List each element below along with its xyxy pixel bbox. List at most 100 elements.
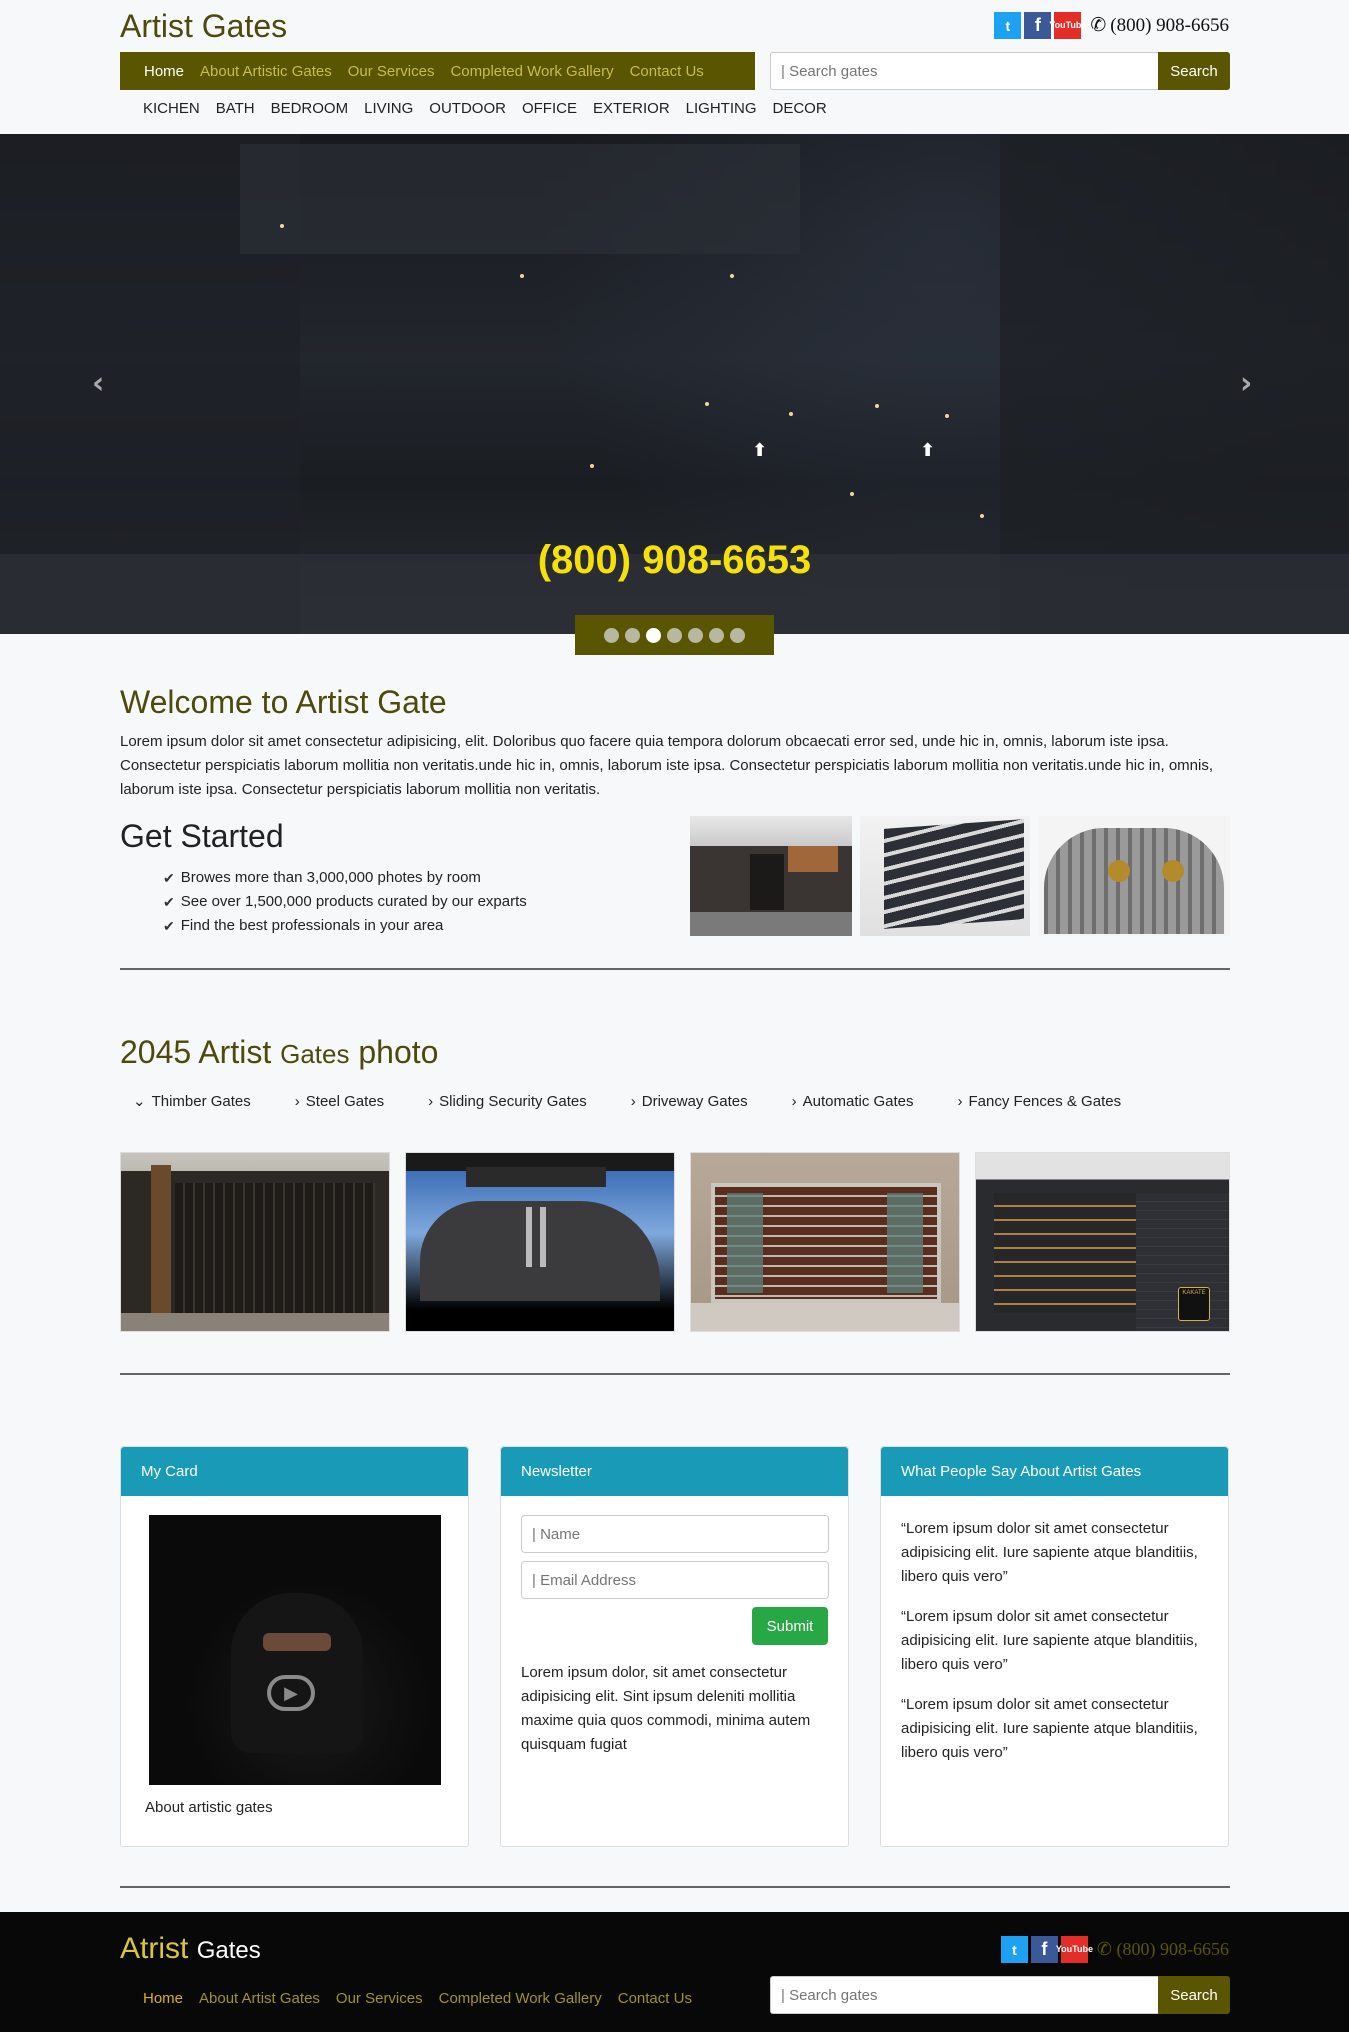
carousel-indicator-dot[interactable] [604, 627, 619, 643]
gallery-glass [727, 1193, 763, 1293]
name-field[interactable] [521, 1515, 829, 1553]
gallery-glass [887, 1193, 923, 1293]
nav-home[interactable]: Home [144, 63, 184, 80]
nav-gallery[interactable]: Completed Work Gallery [450, 63, 613, 80]
header-phone-number: (800) 908-6656 [1110, 14, 1229, 36]
hero-carousel: ⬆ ⬆ ‹ › (800) 908-6653 [0, 134, 1349, 634]
subnav-outdoor[interactable]: OUTDOOR [429, 100, 506, 117]
footer-search: Search [770, 1976, 1230, 2014]
hero-building [240, 144, 800, 254]
youtube-icon[interactable]: You Tube [1049, 12, 1086, 39]
carousel-prev-icon[interactable]: ‹ [92, 366, 104, 401]
video-hood [231, 1593, 363, 1753]
footer-search-input[interactable] [770, 1976, 1158, 2014]
email-field[interactable] [521, 1561, 829, 1599]
room-subnav: KICHEN BATH BEDROOM LIVING OUTDOOR OFFIC… [143, 100, 843, 117]
facebook-icon[interactable]: f [1030, 1936, 1058, 1963]
check-icon: ✔ [163, 894, 175, 910]
list-item: ✔ See over 1,500,000 products curated by … [163, 890, 527, 914]
category-driveway-gates[interactable]: › Driveway Gates [631, 1092, 748, 1110]
carousel-indicator-dot[interactable] [646, 627, 661, 643]
subnav-office[interactable]: OFFICE [522, 100, 577, 117]
carousel-indicator-dot[interactable] [730, 627, 745, 643]
subnav-decor[interactable]: DECOR [773, 100, 827, 117]
gallery-photo[interactable] [120, 1152, 390, 1332]
carousel-indicator-dot[interactable] [688, 627, 703, 643]
gate-categories: ⌄ Thimber Gates › Steel Gates › Sliding Sec… [133, 1092, 1165, 1111]
gallery-gate [175, 1183, 375, 1331]
hero-light [850, 492, 854, 496]
carousel-next-icon[interactable]: › [1240, 366, 1252, 401]
gate-thumbnail[interactable] [860, 816, 1030, 936]
get-started-list: ✔ Browes more than 3,000,000 photes by ro… [163, 866, 527, 938]
footer-brand-first: Atrist [120, 1932, 189, 1965]
carousel-indicator-dot[interactable] [667, 627, 682, 643]
footer-phone[interactable]: ✆ (800) 908-6656 [1097, 1939, 1229, 1960]
subnav-exterior[interactable]: EXTERIOR [593, 100, 670, 117]
list-item-text: See over 1,500,000 products curated by o… [180, 893, 527, 910]
hero-light [730, 274, 734, 278]
gallery-photo[interactable] [405, 1152, 675, 1332]
youtube-icon-top: You [1049, 20, 1066, 30]
nav-services[interactable]: Our Services [348, 63, 435, 80]
check-icon: ✔ [163, 918, 175, 934]
my-card: My Card ▶ About artistic gates [120, 1446, 469, 1847]
footer-search-button[interactable]: Search [1158, 1976, 1230, 2014]
hero-light [520, 274, 524, 278]
footer-nav-gallery[interactable]: Completed Work Gallery [439, 1990, 602, 2007]
hero-light [945, 414, 949, 418]
category-automatic-gates[interactable]: › Automatic Gates [792, 1092, 914, 1110]
footer-brand[interactable]: Atrist Gates [120, 1932, 261, 1966]
footer-nav-services[interactable]: Our Services [336, 1990, 423, 2007]
thumb-ornament [1108, 860, 1130, 882]
footer-nav-about[interactable]: About Artist Gates [199, 1990, 320, 2007]
hero-light [705, 402, 709, 406]
twitter-icon[interactable]: t [1000, 1936, 1028, 1963]
thumb-gate [1044, 828, 1224, 934]
category-fancy-fences-gates[interactable]: › Fancy Fences & Gates [958, 1092, 1122, 1110]
nav-contact[interactable]: Contact Us [630, 63, 704, 80]
site-brand[interactable]: Artist Gates [120, 8, 287, 45]
hero-phone[interactable]: (800) 908-6653 [0, 538, 1349, 583]
gate-thumbnail[interactable] [690, 816, 852, 936]
footer-nav-home[interactable]: Home [143, 1990, 183, 2007]
gallery-photo[interactable] [690, 1152, 960, 1332]
play-icon[interactable]: ▶ [267, 1675, 315, 1711]
video-thumbnail[interactable]: ▶ [149, 1515, 441, 1785]
welcome-title: Welcome to Artist Gate [120, 684, 447, 720]
carousel-indicator-dot[interactable] [709, 627, 724, 643]
subnav-bath[interactable]: BATH [216, 100, 255, 117]
gallery-photo[interactable]: KAKATE [975, 1152, 1230, 1332]
testimonial-quote: “Lorem ipsum dolor sit amet consectetur … [901, 1696, 1198, 1761]
gate-thumbnail[interactable] [1038, 816, 1230, 936]
facebook-icon[interactable]: f [1024, 12, 1052, 39]
nav-about[interactable]: About Artistic Gates [200, 63, 332, 80]
gallery-slot [540, 1207, 546, 1267]
footer: Atrist Gates t f You Tube ✆ (800) 908-665… [0, 1912, 1349, 2032]
subnav-bedroom[interactable]: BEDROOM [271, 100, 349, 117]
footer-nav-contact[interactable]: Contact Us [618, 1990, 692, 2007]
footer-contact: t f You Tube ✆ (800) 908-6656 [1000, 1936, 1229, 1963]
card-title: Newsletter [501, 1447, 848, 1496]
youtube-icon[interactable]: You Tube [1056, 1936, 1093, 1963]
category-thimber-gates[interactable]: ⌄ Thimber Gates [133, 1092, 251, 1111]
subnav-living[interactable]: LIVING [364, 100, 413, 117]
subnav-lighting[interactable]: LIGHTING [686, 100, 757, 117]
category-label: Steel Gates [305, 1092, 385, 1110]
search-button[interactable]: Search [1158, 52, 1230, 90]
chevron-right-icon: › [957, 1092, 963, 1110]
search-input[interactable] [770, 52, 1158, 90]
carousel-indicator-dot[interactable] [625, 627, 640, 643]
category-sliding-security-gates[interactable]: › Sliding Security Gates [428, 1092, 587, 1110]
gallery-pavement [691, 1303, 959, 1331]
submit-button[interactable]: Submit [752, 1607, 828, 1645]
testimonial-quote: “Lorem ipsum dolor sit amet consectetur … [901, 1520, 1198, 1585]
check-icon: ✔ [163, 870, 175, 886]
chevron-right-icon: › [294, 1092, 300, 1110]
header-phone[interactable]: ✆ (800) 908-6656 [1090, 14, 1229, 37]
card-caption[interactable]: About artistic gates [145, 1799, 273, 1816]
youtube-icon-bottom: Tube [1072, 1944, 1094, 1954]
subnav-kichen[interactable]: KICHEN [143, 100, 200, 117]
twitter-icon[interactable]: t [994, 12, 1022, 39]
category-steel-gates[interactable]: › Steel Gates [295, 1092, 384, 1110]
